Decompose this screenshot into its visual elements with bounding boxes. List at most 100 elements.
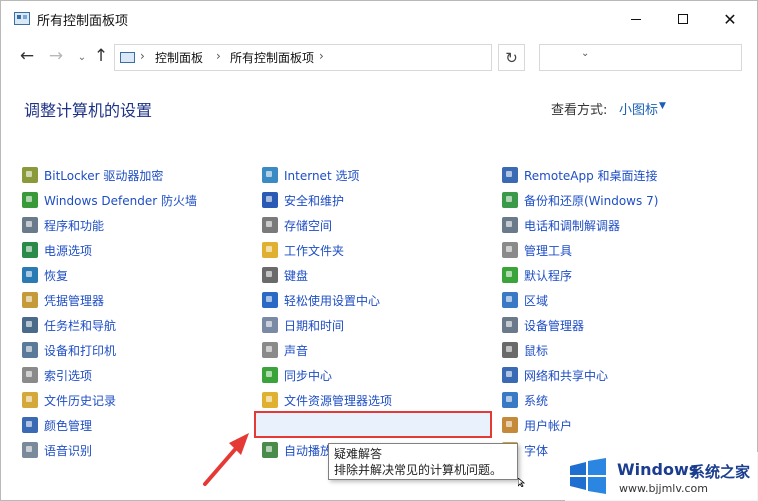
control-panel-icon	[14, 12, 30, 25]
control-panel-item[interactable]: 同步中心	[262, 363, 494, 387]
control-panel-item[interactable]: 任务栏和导航	[22, 313, 254, 337]
control-panel-item[interactable]: 默认程序	[502, 263, 734, 287]
control-panel-item[interactable]: 电源选项	[22, 238, 254, 262]
color-management-icon	[22, 417, 38, 433]
control-panel-item[interactable]: 工作文件夹	[262, 238, 494, 262]
control-panel-item[interactable]: 文件资源管理器选项	[262, 388, 494, 412]
control-panel-icon	[120, 52, 135, 63]
control-panel-item[interactable]: 键盘	[262, 263, 494, 287]
control-panel-item[interactable]: 安全和维护	[262, 188, 494, 212]
watermark: Windows 系统之家 www.bjjmlv.com	[565, 452, 758, 501]
item-label: 索引选项	[44, 368, 93, 383]
item-label: 鼠标	[524, 343, 549, 358]
keyboard-icon	[262, 267, 278, 283]
item-label: 存储空间	[284, 218, 333, 233]
credential-icon	[22, 292, 38, 308]
minimize-button[interactable]	[613, 1, 659, 37]
forward-button[interactable]: →	[45, 45, 67, 67]
control-panel-item[interactable]: 管理工具	[502, 238, 734, 262]
navigation-bar: ← → ⌄ ↑ › 控制面板 › 所有控制面板项 › ⌄ ↻	[1, 39, 757, 73]
page-title: 调整计算机的设置	[24, 101, 153, 120]
control-panel-item[interactable]: 轻松使用设置中心	[262, 288, 494, 312]
backup-icon	[502, 192, 518, 208]
recovery-icon	[22, 267, 38, 283]
control-panel-item[interactable]: 文件历史记录	[22, 388, 254, 412]
control-panel-item[interactable]: RemoteApp 和桌面连接	[502, 163, 734, 187]
control-panel-item[interactable]: 鼠标	[502, 338, 734, 362]
tooltip: 疑难解答 排除并解决常见的计算机问题。	[328, 443, 518, 480]
control-panel-item[interactable]: Internet 选项	[262, 163, 494, 187]
control-panel-item[interactable]: 网络和共享中心	[502, 363, 734, 387]
item-label: 任务栏和导航	[44, 318, 117, 333]
back-button[interactable]: ←	[16, 45, 38, 67]
item-label: 系统	[524, 393, 549, 408]
search-input[interactable]	[539, 44, 742, 71]
phone-icon	[502, 217, 518, 233]
control-panel-item[interactable]: 凭据管理器	[22, 288, 254, 312]
view-by-label: 查看方式:	[551, 103, 608, 118]
watermark-brand-cn: 系统之家	[690, 463, 751, 481]
up-button[interactable]: ↑	[90, 45, 112, 67]
item-label: 用户帐户	[524, 418, 573, 433]
breadcrumb-all-items[interactable]: 所有控制面板项	[230, 49, 314, 66]
programs-icon	[22, 217, 38, 233]
control-panel-item[interactable]: 设备和打印机	[22, 338, 254, 362]
printer-icon	[22, 342, 38, 358]
item-label: 网络和共享中心	[524, 368, 609, 383]
file-history-icon	[22, 392, 38, 408]
power-icon	[22, 242, 38, 258]
control-panel-item[interactable]: 设备管理器	[502, 313, 734, 337]
control-panel-item[interactable]: 声音	[262, 338, 494, 362]
control-panel-item[interactable]: 区域	[502, 288, 734, 312]
item-label: 工作文件夹	[284, 243, 345, 258]
ease-of-access-icon	[262, 292, 278, 308]
item-label: 默认程序	[524, 268, 573, 283]
refresh-button[interactable]: ↻	[498, 44, 525, 71]
sync-icon	[262, 367, 278, 383]
maximize-icon	[678, 14, 688, 24]
control-panel-item[interactable]: 语音识别	[22, 438, 254, 462]
tooltip-title: 疑难解答	[334, 447, 383, 461]
close-button[interactable]: ✕	[707, 1, 753, 37]
title-bar[interactable]: 所有控制面板项 ✕	[1, 1, 757, 37]
control-panel-item[interactable]: 存储空间	[262, 213, 494, 237]
item-label: BitLocker 驱动器加密	[44, 168, 164, 183]
view-by-dropdown[interactable]: 小图标	[619, 99, 658, 118]
control-panel-item[interactable]: 电话和调制解调器	[502, 213, 734, 237]
control-panel-item[interactable]: 恢复	[22, 263, 254, 287]
breadcrumb-separator: ›	[140, 49, 145, 63]
flag-icon	[262, 192, 278, 208]
windows-logo-icon	[570, 458, 606, 494]
network-icon	[502, 367, 518, 383]
item-label: 区域	[524, 293, 549, 308]
maximize-button[interactable]	[660, 1, 706, 37]
arrow-right-icon: →	[48, 46, 64, 66]
item-label: 设备管理器	[524, 318, 585, 333]
bitlocker-icon	[22, 167, 38, 183]
arrow-left-icon: ←	[19, 46, 35, 66]
chevron-down-icon: ⌄	[77, 51, 87, 63]
highlight-box	[254, 411, 492, 438]
tooltip-description: 排除并解决常见的计算机问题。	[334, 463, 503, 477]
control-panel-item[interactable]: 索引选项	[22, 363, 254, 387]
control-panel-item[interactable]: Windows Defender 防火墙	[22, 188, 254, 212]
control-panel-item[interactable]: BitLocker 驱动器加密	[22, 163, 254, 187]
control-panel-item[interactable]: 系统	[502, 388, 734, 412]
control-panel-item[interactable]: 日期和时间	[262, 313, 494, 337]
item-label: 同步中心	[284, 368, 333, 383]
control-panel-item[interactable]: 程序和功能	[22, 213, 254, 237]
close-icon: ✕	[723, 9, 737, 29]
control-panel-item[interactable]: 备份和还原(Windows 7)	[502, 188, 734, 212]
item-label: Windows Defender 防火墙	[44, 193, 197, 208]
region-icon	[502, 292, 518, 308]
microphone-icon	[22, 442, 38, 458]
breadcrumb-control-panel[interactable]: 控制面板	[155, 49, 203, 66]
control-panel-item[interactable]: 用户帐户	[502, 413, 734, 437]
control-panel-item[interactable]: 颜色管理	[22, 413, 254, 437]
speaker-icon	[262, 342, 278, 358]
address-bar[interactable]: › 控制面板 › 所有控制面板项 › ⌄	[114, 44, 589, 71]
internet-icon	[262, 167, 278, 183]
watermark-url: www.bjjmlv.com	[619, 482, 708, 495]
dropdown-arrow-icon[interactable]: ▼	[659, 101, 666, 111]
work-folder-icon	[262, 242, 278, 258]
